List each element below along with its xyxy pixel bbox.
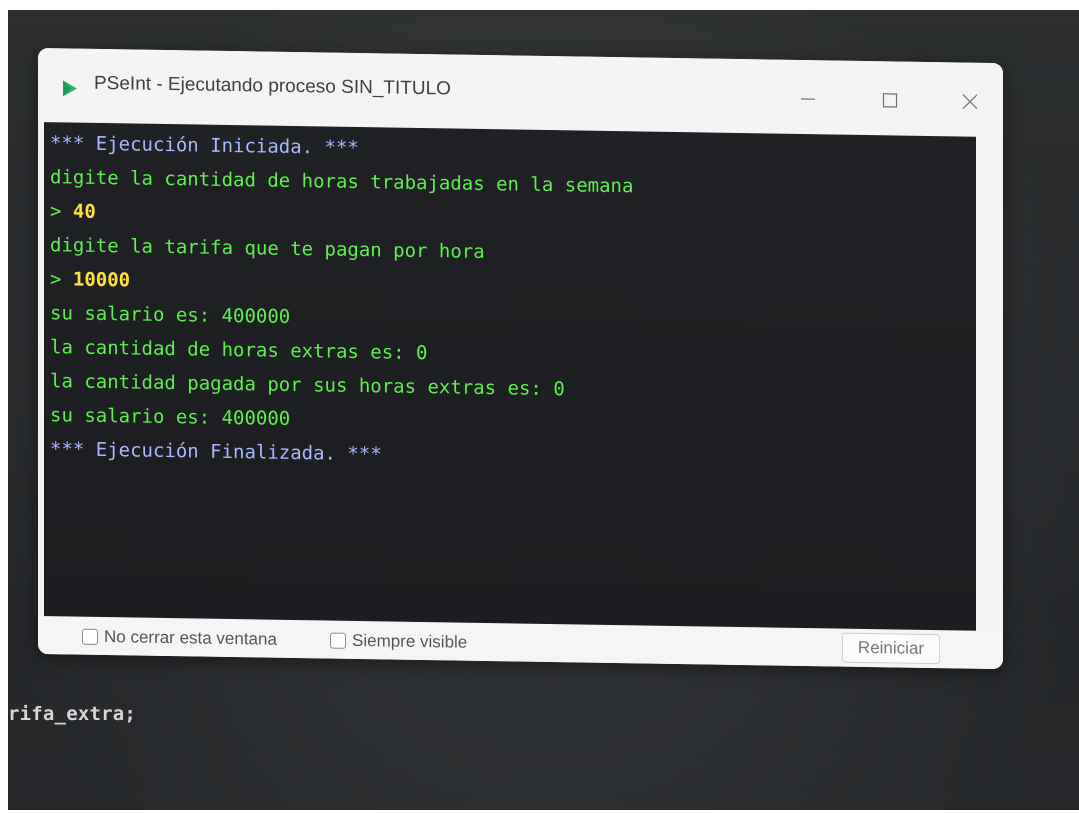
always-visible-checkbox[interactable]: Siempre visible	[330, 631, 467, 653]
background-code-line: rifa_extra;	[8, 703, 137, 725]
maximize-icon	[882, 93, 898, 108]
minimize-icon	[801, 98, 815, 100]
close-icon	[962, 94, 978, 110]
keep-open-label: No cerrar esta ventana	[104, 627, 277, 649]
input-prompt-marker: >	[50, 268, 62, 291]
keep-open-checkbox[interactable]: No cerrar esta ventana	[82, 627, 277, 650]
window-title: PSeInt - Ejecutando proceso SIN_TITULO	[94, 72, 451, 100]
maximize-button[interactable]	[870, 83, 910, 118]
restart-button[interactable]: Reiniciar	[842, 632, 940, 665]
close-button[interactable]	[950, 84, 990, 119]
photo-backdrop: rifa_extra; PSeInt - Ejecutando proceso …	[8, 10, 1079, 810]
pseint-logo-icon	[63, 80, 77, 97]
minimize-button[interactable]	[788, 82, 828, 117]
pseint-execution-window: PSeInt - Ejecutando proceso SIN_TITULO *…	[38, 48, 1003, 670]
input-value-rate: 10000	[72, 268, 131, 292]
checkbox-box[interactable]	[330, 632, 346, 649]
console-output[interactable]: *** Ejecución Iniciada. *** digite la ca…	[44, 122, 976, 670]
input-prompt-marker: >	[50, 200, 62, 223]
checkbox-box[interactable]	[82, 628, 98, 645]
input-value-hours: 40	[72, 200, 96, 223]
always-visible-label: Siempre visible	[352, 630, 468, 652]
